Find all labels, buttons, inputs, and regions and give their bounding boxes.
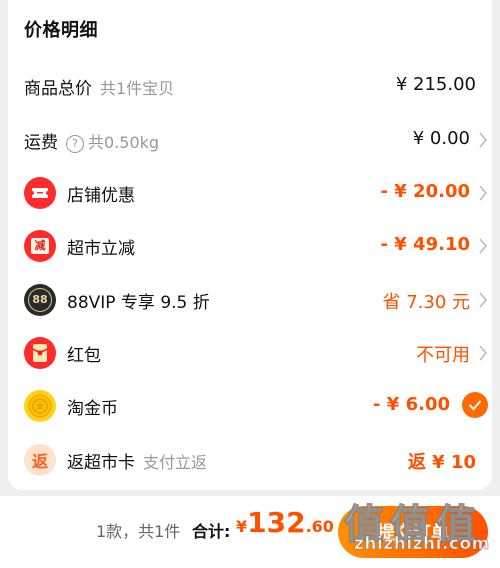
checkbox-checked-icon[interactable] bbox=[462, 392, 488, 418]
row-sub: 支付立返 bbox=[143, 453, 208, 472]
row-value: 省 7.30 元 bbox=[382, 292, 470, 313]
taojinbi-coin-icon bbox=[24, 390, 56, 422]
total-amount: ¥132.60 bbox=[236, 506, 334, 539]
shop-coupon-icon bbox=[24, 177, 56, 209]
row-label: 88VIP 专享 9.5 折 bbox=[67, 293, 210, 313]
page-title: 价格明细 bbox=[24, 20, 98, 41]
item-count-summary: 1款，共1件 bbox=[96, 522, 181, 541]
total-label: 合计: bbox=[192, 522, 231, 541]
88vip-icon: 88 bbox=[24, 284, 56, 316]
row-sub: 共0.50kg bbox=[88, 133, 160, 152]
red-packet-icon bbox=[24, 337, 56, 369]
row-cashback-card: 返 返超市卡 支付立返 返 ¥ 10 bbox=[8, 442, 492, 478]
row-sub: 共1件宝贝 bbox=[100, 79, 175, 98]
row-supermarket-discount[interactable]: 减 超市立减 - ¥ 49.10 bbox=[8, 228, 492, 264]
price-detail-card: 价格明细 商品总价 共1件宝贝 ¥ 215.00 运费? 共0.50kg ¥ 0.0… bbox=[8, 0, 492, 490]
row-label: 运费 bbox=[24, 133, 58, 153]
row-value: ¥ 215.00 bbox=[395, 74, 476, 95]
row-label: 店铺优惠 bbox=[67, 186, 135, 206]
row-label: 淘金币 bbox=[67, 399, 118, 419]
chevron-right-icon bbox=[479, 185, 488, 201]
row-value: 返 ¥ 10 bbox=[407, 452, 476, 473]
row-shop-coupon[interactable]: 店铺优惠 - ¥ 20.00 bbox=[8, 175, 492, 211]
row-red-packet[interactable]: 红包 不可用 bbox=[8, 335, 492, 371]
row-value: ¥ 0.00 bbox=[412, 128, 470, 149]
row-label: 红包 bbox=[67, 346, 101, 366]
row-label: 返超市卡 bbox=[67, 453, 135, 473]
chevron-right-icon bbox=[479, 292, 488, 308]
row-shipping[interactable]: 运费? 共0.50kg ¥ 0.00 bbox=[8, 122, 492, 158]
row-value: 不可用 bbox=[416, 345, 470, 366]
row-taojinbi[interactable]: 淘金币 - ¥ 6.00 bbox=[8, 388, 492, 424]
row-label: 商品总价 bbox=[24, 79, 92, 99]
question-icon[interactable]: ? bbox=[66, 135, 84, 153]
row-label: 超市立减 bbox=[67, 239, 135, 259]
row-value: - ¥ 49.10 bbox=[380, 234, 470, 255]
supermarket-discount-icon: 减 bbox=[24, 230, 56, 262]
chevron-right-icon bbox=[479, 132, 488, 148]
checkout-bar: 1款，共1件 合计: ¥132.60 提交订单 bbox=[0, 496, 500, 568]
cashback-card-icon: 返 bbox=[24, 444, 56, 476]
row-total-goods: 商品总价 共1件宝贝 ¥ 215.00 bbox=[8, 68, 492, 104]
row-value: - ¥ 6.00 bbox=[373, 394, 450, 415]
row-88vip[interactable]: 88 88VIP 专享 9.5 折 省 7.30 元 bbox=[8, 282, 492, 318]
chevron-right-icon bbox=[479, 345, 488, 361]
chevron-right-icon bbox=[479, 238, 488, 254]
submit-order-button[interactable]: 提交订单 bbox=[338, 506, 488, 558]
row-value: - ¥ 20.00 bbox=[380, 181, 470, 202]
